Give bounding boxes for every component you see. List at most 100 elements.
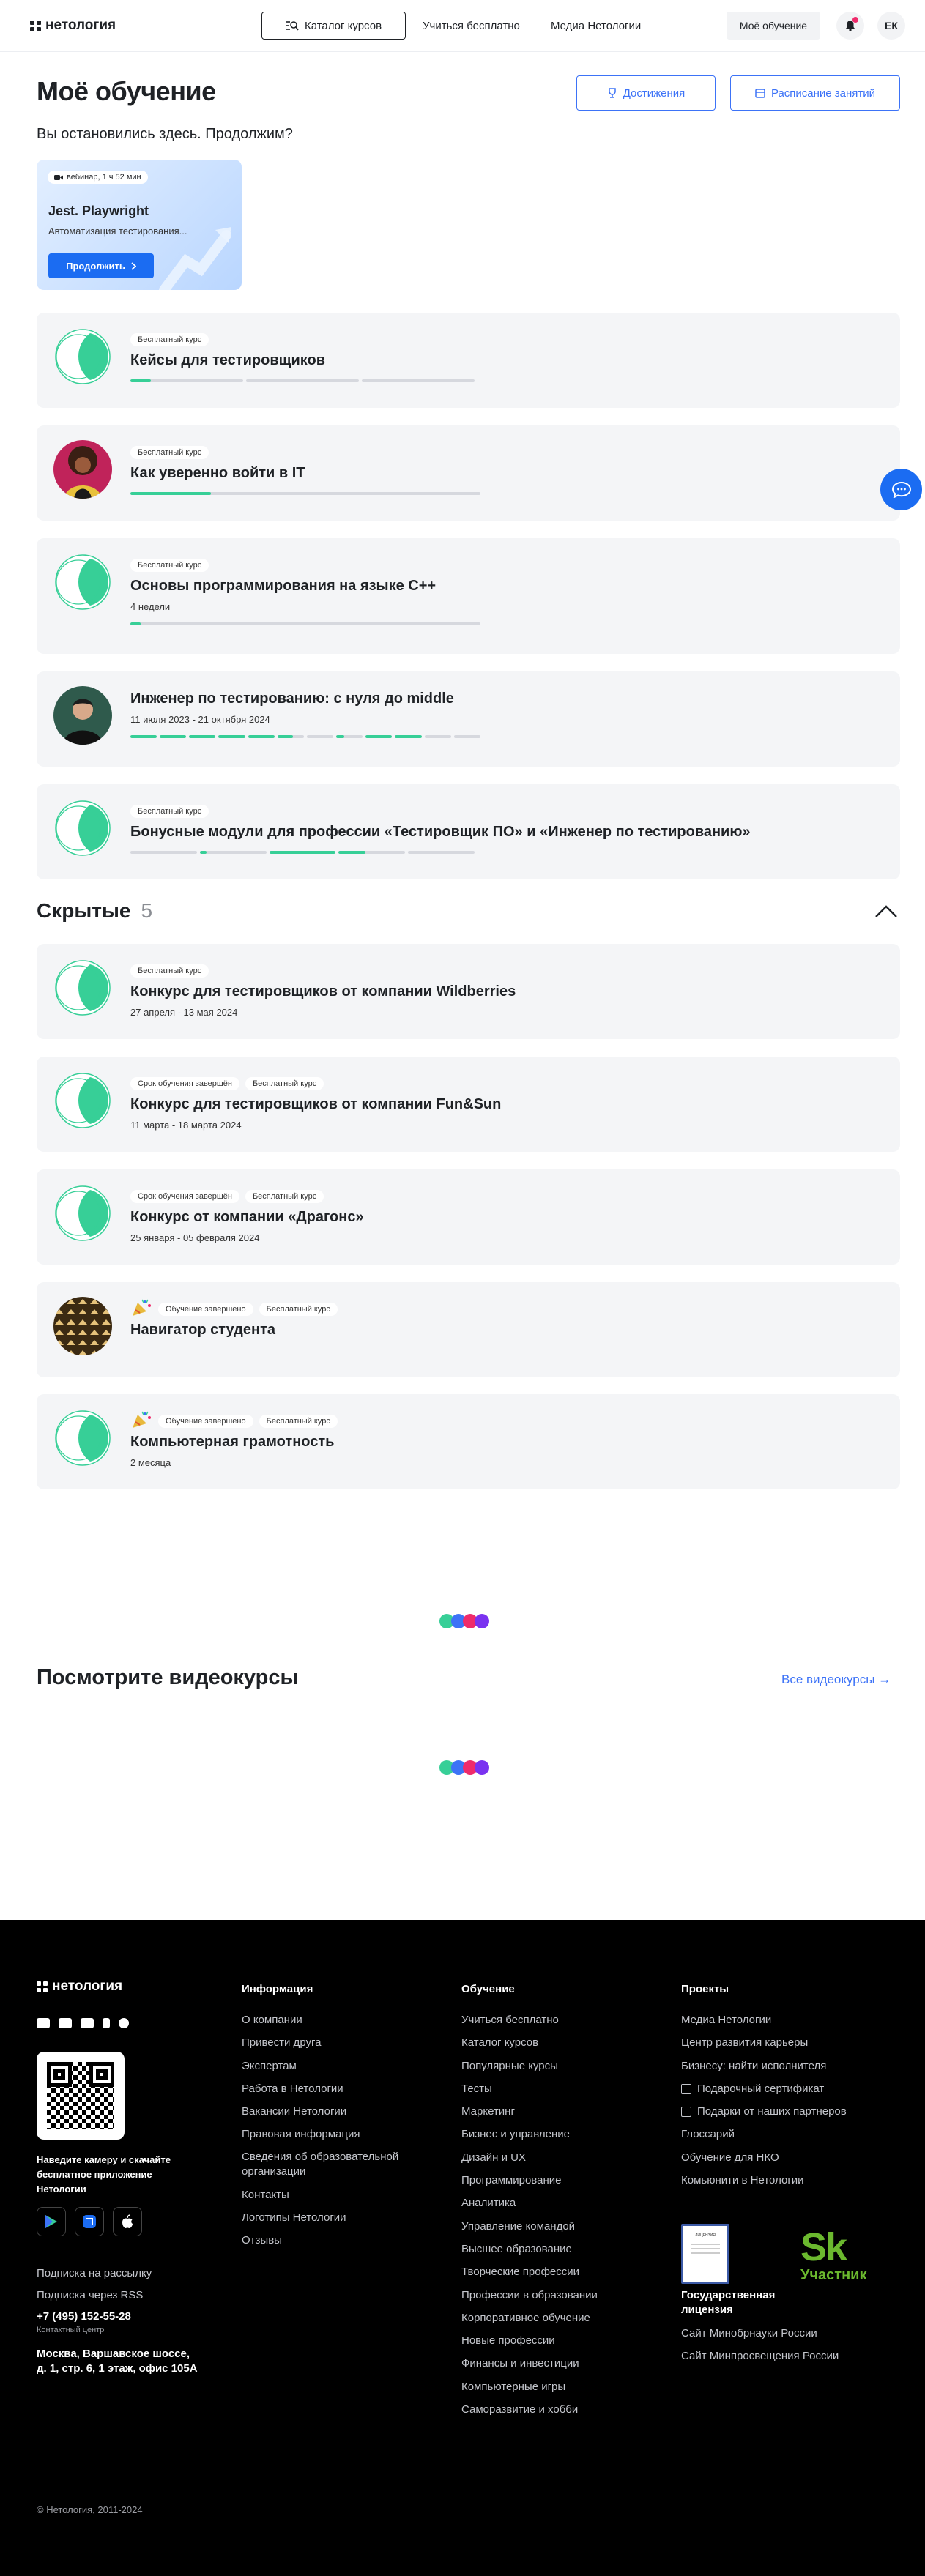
footer-link[interactable]: Логотипы Нетологии bbox=[242, 2206, 432, 2229]
course-card[interactable]: Срок обучения завершён Бесплатный курс Кон… bbox=[37, 1057, 900, 1152]
course-author-photo bbox=[53, 686, 112, 745]
catalog-button[interactable]: Каталог курсов bbox=[261, 12, 406, 40]
course-title[interactable]: Навигатор студента bbox=[130, 1322, 338, 1339]
course-card[interactable]: Инженер по тестированию: с нуля до middl… bbox=[37, 671, 900, 767]
course-title[interactable]: Бонусные модули для профессии «Тестировщ… bbox=[130, 824, 751, 841]
footer-link[interactable]: Сведения об образовательной организации bbox=[242, 2146, 432, 2184]
footer-link[interactable]: Высшее образование bbox=[461, 2238, 598, 2260]
footer-link[interactable]: Отзывы bbox=[242, 2229, 432, 2252]
course-title[interactable]: Как уверенно войти в IT bbox=[130, 465, 480, 482]
footer-link[interactable]: Бизнесу: найти исполнителя bbox=[681, 2055, 847, 2077]
apple-store-icon[interactable] bbox=[113, 2207, 142, 2236]
youtube-icon[interactable] bbox=[59, 2018, 72, 2028]
footer-link[interactable]: Программирование bbox=[461, 2169, 598, 2192]
course-title[interactable]: Кейсы для тестировщиков bbox=[130, 352, 475, 369]
course-meta: 4 недели bbox=[130, 601, 171, 612]
footer-link[interactable]: Работа в Нетологии bbox=[242, 2077, 432, 2100]
footer-link[interactable]: Экспертам bbox=[242, 2055, 432, 2077]
course-card[interactable]: Бесплатный курс Как уверенно войти в IT bbox=[37, 425, 900, 521]
nav-free-learning[interactable]: Учиться бесплатно bbox=[423, 20, 520, 32]
dzen-icon[interactable] bbox=[119, 2018, 129, 2028]
footer-link[interactable]: Управление командой bbox=[461, 2215, 598, 2238]
footer-link[interactable]: Творческие профессии bbox=[461, 2260, 598, 2283]
resume-card[interactable]: вебинар, 1 ч 52 мин Jest. Playwright Авт… bbox=[37, 160, 242, 290]
phone-number[interactable]: +7 (495) 152-55-28 bbox=[37, 2310, 131, 2323]
course-meta: 27 апреля - 13 мая 2024 bbox=[130, 1007, 238, 1018]
nav-media[interactable]: Медиа Нетологии bbox=[551, 20, 641, 32]
course-title[interactable]: Конкурс для тестировщиков от компании Wi… bbox=[130, 983, 516, 1000]
course-card[interactable]: Бесплатный курс Кейсы для тестировщиков bbox=[37, 313, 900, 408]
footer-link[interactable]: Тесты bbox=[461, 2077, 598, 2100]
course-card[interactable]: Бесплатный курс Бонусные модули для профе… bbox=[37, 784, 900, 879]
footer-link[interactable]: Учиться бесплатно bbox=[461, 2009, 598, 2031]
footer-link[interactable]: Вакансии Нетологии bbox=[242, 2100, 432, 2123]
all-videos-link[interactable]: Все видеокурсы → bbox=[781, 1672, 891, 1687]
footer-link[interactable]: Медиа Нетологии bbox=[681, 2009, 847, 2031]
skolkovo-logo[interactable]: Sk Участник bbox=[800, 2227, 866, 2284]
footer-link[interactable]: Комьюнити в Нетологии bbox=[681, 2169, 847, 2192]
footer-link[interactable]: Новые профессии bbox=[461, 2329, 598, 2352]
odnoklassniki-icon[interactable] bbox=[103, 2018, 110, 2028]
footer-link[interactable]: Контакты bbox=[242, 2184, 432, 2206]
achievements-button[interactable]: Достижения bbox=[576, 75, 716, 111]
continue-button[interactable]: Продолжить bbox=[48, 253, 154, 278]
license-document-image[interactable]: ЛИЦЕНЗИЯ bbox=[681, 2224, 729, 2284]
google-play-icon[interactable] bbox=[37, 2207, 66, 2236]
footer-link[interactable]: Правовая информация bbox=[242, 2123, 432, 2145]
footer-link[interactable]: Корпоративное обучение bbox=[461, 2307, 598, 2329]
footer-link[interactable]: Профессии в образовании bbox=[461, 2284, 598, 2307]
my-learning-button[interactable]: Моё обучение bbox=[727, 12, 820, 40]
footer-link[interactable]: Каталог курсов bbox=[461, 2031, 598, 2054]
schedule-label: Расписание занятий bbox=[770, 86, 876, 100]
course-badges: Срок обучения завершён Бесплатный курс bbox=[130, 1076, 501, 1092]
notifications-button[interactable] bbox=[836, 12, 864, 40]
progress-fill bbox=[365, 735, 393, 738]
user-avatar[interactable]: ЕК bbox=[877, 12, 905, 40]
vk-icon[interactable] bbox=[37, 2018, 50, 2028]
footer-link[interactable]: Финансы и инвестиции bbox=[461, 2352, 598, 2375]
course-card[interactable]: Обучение завершено Бесплатный курс Навигат… bbox=[37, 1282, 900, 1377]
header: нетология Каталог курсов Учиться бесплат… bbox=[0, 0, 925, 52]
footer-link[interactable]: Обучение для НКО bbox=[681, 2146, 847, 2169]
newsletter-link[interactable]: Подписка на рассылку bbox=[37, 2267, 152, 2279]
minobrnauki-link[interactable]: Сайт Минобрнауки России bbox=[681, 2327, 817, 2339]
logo[interactable]: нетология bbox=[30, 18, 116, 34]
schedule-button[interactable]: Расписание занятий bbox=[730, 75, 900, 111]
course-card[interactable]: Обучение завершено Бесплатный курс Компьют… bbox=[37, 1394, 900, 1489]
minprosveshcheniya-link[interactable]: Сайт Минпросвещения России bbox=[681, 2350, 839, 2362]
course-title[interactable]: Компьютерная грамотность bbox=[130, 1434, 338, 1451]
chat-icon bbox=[891, 481, 911, 498]
course-title[interactable]: Инженер по тестированию: с нуля до middl… bbox=[130, 690, 480, 707]
course-title[interactable]: Конкурс для тестировщиков от компании Fu… bbox=[130, 1096, 501, 1113]
course-title[interactable]: Основы программирования на языке С++ bbox=[130, 578, 480, 595]
rss-link[interactable]: Подписка через RSS bbox=[37, 2289, 143, 2301]
course-card[interactable]: Срок обучения завершён Бесплатный курс Кон… bbox=[37, 1169, 900, 1265]
footer-link[interactable]: Маркетинг bbox=[461, 2100, 598, 2123]
course-card[interactable]: Бесплатный курс Основы программирования н… bbox=[37, 538, 900, 654]
qr-code bbox=[37, 2052, 125, 2140]
footer-link[interactable]: О компании bbox=[242, 2009, 432, 2031]
progress-fill bbox=[130, 492, 211, 495]
footer-link[interactable]: Аналитика bbox=[461, 2192, 598, 2214]
course-card-body: Обучение завершено Бесплатный курс Компьют… bbox=[130, 1411, 338, 1468]
rustore-icon[interactable] bbox=[75, 2207, 104, 2236]
footer-link[interactable]: Подарочный сертификат bbox=[681, 2077, 847, 2100]
footer-link[interactable]: Бизнес и управление bbox=[461, 2123, 598, 2145]
footer-link[interactable]: Привести друга bbox=[242, 2031, 432, 2054]
footer-link[interactable]: Подарки от наших партнеров bbox=[681, 2100, 847, 2123]
chevron-up-icon[interactable] bbox=[874, 902, 898, 920]
course-card[interactable]: Бесплатный курс Конкурс для тестировщиков… bbox=[37, 944, 900, 1039]
course-author-photo bbox=[53, 440, 112, 499]
course-title[interactable]: Конкурс от компании «Драгонс» bbox=[130, 1209, 364, 1226]
footer-link[interactable]: Популярные курсы bbox=[461, 2055, 598, 2077]
footer-link[interactable]: Компьютерные игры bbox=[461, 2375, 598, 2398]
footer-link[interactable]: Саморазвитие и хобби bbox=[461, 2398, 598, 2421]
telegram-icon[interactable] bbox=[81, 2018, 94, 2028]
footer-link[interactable]: Центр развития карьеры bbox=[681, 2031, 847, 2054]
footer-link[interactable]: Дизайн и UX bbox=[461, 2146, 598, 2169]
footer-logo[interactable]: нетология bbox=[37, 1978, 122, 1995]
course-badge: Бесплатный курс bbox=[130, 333, 209, 346]
calendar-icon bbox=[755, 89, 765, 98]
footer-link[interactable]: Глоссарий bbox=[681, 2123, 847, 2145]
chat-button[interactable] bbox=[880, 469, 922, 510]
